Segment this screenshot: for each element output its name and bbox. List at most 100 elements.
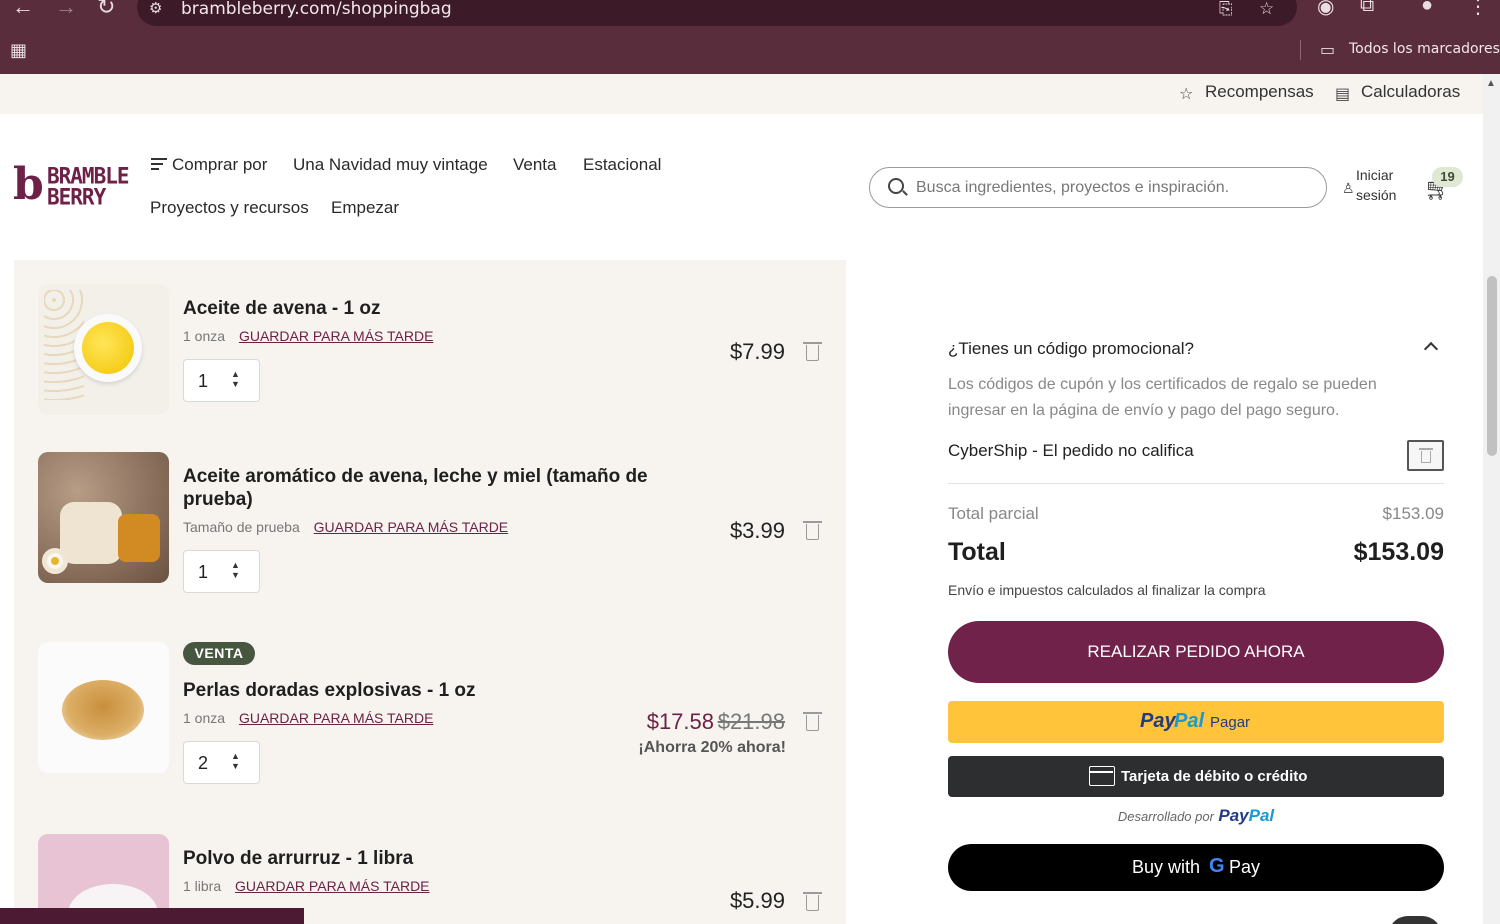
site-info-icon[interactable]: ⚙ bbox=[149, 0, 169, 19]
product-image-oat-milk-honey[interactable] bbox=[38, 452, 169, 583]
scroll-up-icon[interactable]: ▲ bbox=[1486, 78, 1496, 89]
subtotal-value: $153.09 bbox=[1382, 504, 1444, 523]
quantity-value: 2 bbox=[198, 753, 209, 773]
card-button-label: Tarjeta de débito o crédito bbox=[1121, 768, 1308, 785]
folder-icon[interactable]: ▭ bbox=[1320, 40, 1335, 60]
quantity-stepper[interactable]: 1 ▲ ▼ bbox=[183, 359, 260, 402]
item-title[interactable]: Aceite aromático de avena, leche y miel … bbox=[183, 465, 673, 511]
subtotal-label: Total parcial bbox=[948, 504, 1039, 523]
chat-launcher-button[interactable] bbox=[1388, 916, 1442, 924]
paypal-button[interactable]: Pay Pal Pagar bbox=[948, 701, 1444, 743]
logo-mark: b bbox=[13, 159, 44, 210]
paypal-logo-pal: Pal bbox=[1174, 710, 1205, 732]
item-variant: 1 libra bbox=[183, 878, 222, 894]
signin-label-2: sesión bbox=[1356, 187, 1397, 203]
paypal-button-label: Pagar bbox=[1210, 714, 1251, 731]
quantity-value: 1 bbox=[198, 371, 209, 391]
powered-logo-pay: Pay bbox=[1218, 806, 1249, 825]
rewards-link[interactable]: Recompensas bbox=[1205, 82, 1314, 102]
promo-description: Los códigos de cupón y los certificados … bbox=[948, 376, 1377, 419]
calculators-link[interactable]: Calculadoras bbox=[1361, 82, 1460, 102]
total-label: Total bbox=[948, 538, 1006, 566]
powered-logo-pal: Pal bbox=[1248, 806, 1275, 825]
nav-shop-by[interactable]: Comprar por bbox=[172, 155, 267, 175]
quantity-stepper[interactable]: 2 ▲ ▼ bbox=[183, 741, 260, 784]
translate-icon[interactable]: ⎘ bbox=[1219, 0, 1233, 19]
paypal-logo-pay: Pay bbox=[1140, 710, 1176, 732]
back-icon[interactable]: ← bbox=[12, 0, 34, 20]
save-for-later-link[interactable]: GUARDAR PARA MÁS TARDE bbox=[239, 328, 433, 344]
puzzle-icon[interactable]: ⧉ bbox=[1360, 0, 1374, 17]
trash-icon[interactable] bbox=[803, 712, 822, 731]
profile-icon[interactable]: ● bbox=[1421, 0, 1433, 17]
item-title[interactable]: Aceite de avena - 1 oz bbox=[183, 297, 643, 320]
signin-label-1: Iniciar bbox=[1356, 167, 1394, 183]
google-pay-button[interactable]: Buy with G Pay bbox=[948, 844, 1444, 891]
item-variant: 1 onza bbox=[183, 328, 226, 344]
product-image-oat-oil[interactable] bbox=[38, 284, 169, 415]
place-order-button[interactable]: REALIZAR PEDIDO AHORA bbox=[948, 621, 1444, 683]
trash-icon[interactable] bbox=[803, 892, 822, 911]
item-price: $3.99 bbox=[729, 518, 785, 543]
nav-sale[interactable]: Venta bbox=[513, 155, 557, 175]
save-for-later-link[interactable]: GUARDAR PARA MÁS TARDE bbox=[314, 519, 508, 535]
product-image-golden-pearls[interactable] bbox=[38, 642, 169, 773]
gpay-pay-label: Pay bbox=[1229, 857, 1261, 877]
menu-dots-icon[interactable]: ⋮ bbox=[1468, 0, 1488, 19]
search-icon[interactable] bbox=[888, 178, 904, 194]
nav-seasonal[interactable]: Estacional bbox=[583, 155, 661, 175]
page-scrollbar[interactable] bbox=[1483, 74, 1500, 924]
remove-coupon-button[interactable] bbox=[1407, 440, 1444, 471]
address-bar[interactable]: ⚙ brambleberry.com/shoppingbag ⎘ ☆ bbox=[137, 0, 1297, 26]
search-bar[interactable] bbox=[869, 167, 1327, 208]
bookmarks-divider bbox=[1300, 40, 1301, 60]
stepper-arrows-icon[interactable]: ▲ ▼ bbox=[231, 369, 240, 389]
user-icon: ♙ bbox=[1342, 180, 1355, 196]
trash-icon[interactable] bbox=[803, 521, 822, 540]
bottom-banner[interactable] bbox=[0, 908, 304, 924]
bookmark-star-icon[interactable]: ☆ bbox=[1259, 0, 1274, 19]
total-value: $153.09 bbox=[1353, 538, 1444, 566]
item-price: $7.99 bbox=[729, 339, 785, 364]
powered-by-label: Desarrollado por bbox=[1117, 809, 1214, 824]
forward-icon[interactable]: → bbox=[55, 0, 77, 20]
powered-by-paypal: Desarrollado por PayPal bbox=[948, 806, 1444, 826]
stepper-arrows-icon[interactable]: ▲ ▼ bbox=[231, 560, 240, 580]
menu-lines-icon[interactable] bbox=[151, 158, 167, 173]
cart-count-badge: 19 bbox=[1432, 167, 1463, 187]
sale-price: $17.58 bbox=[646, 709, 714, 734]
star-icon: ☆ bbox=[1179, 86, 1194, 103]
savings-note: ¡Ahorra 20% ahora! bbox=[638, 739, 786, 756]
item-variant: Tamaño de prueba bbox=[183, 519, 300, 535]
promo-code-toggle[interactable]: ¿Tienes un código promocional? bbox=[948, 339, 1194, 359]
trash-icon bbox=[1419, 448, 1433, 463]
quantity-stepper[interactable]: 1 ▲ ▼ bbox=[183, 550, 260, 593]
save-for-later-link[interactable]: GUARDAR PARA MÁS TARDE bbox=[235, 878, 429, 894]
url-text[interactable]: brambleberry.com/shoppingbag bbox=[181, 0, 452, 19]
chevron-up-icon[interactable] bbox=[1423, 341, 1439, 357]
applied-coupon: CyberShip - El pedido no califica bbox=[948, 441, 1194, 460]
card-payment-button[interactable]: Tarjeta de débito o crédito bbox=[948, 756, 1444, 797]
reload-icon[interactable]: ↻ bbox=[97, 0, 115, 20]
logo-word-2: BERRY bbox=[47, 184, 106, 210]
extension-icon[interactable]: ◉ bbox=[1317, 0, 1334, 19]
credit-card-icon bbox=[1089, 766, 1115, 786]
save-for-later-link[interactable]: GUARDAR PARA MÁS TARDE bbox=[239, 710, 433, 726]
google-g-icon: G bbox=[1209, 855, 1225, 877]
search-input[interactable] bbox=[916, 177, 1316, 199]
item-variant-row: 1 libra GUARDAR PARA MÁS TARDE bbox=[183, 878, 430, 894]
trash-icon[interactable] bbox=[803, 342, 822, 361]
quantity-value: 1 bbox=[198, 562, 209, 582]
item-title[interactable]: Perlas doradas explosivas - 1 oz bbox=[183, 679, 643, 702]
apps-grid-icon[interactable]: ▦ bbox=[10, 40, 27, 61]
calculator-icon: ▤ bbox=[1335, 86, 1351, 103]
sale-badge: VENTA bbox=[183, 642, 255, 665]
stepper-arrows-icon[interactable]: ▲ ▼ bbox=[231, 751, 240, 771]
nav-start[interactable]: Empezar bbox=[331, 198, 399, 218]
scrollbar-thumb[interactable] bbox=[1487, 276, 1497, 456]
nav-vintage-christmas[interactable]: Una Navidad muy vintage bbox=[293, 155, 488, 175]
nav-projects[interactable]: Proyectos y recursos bbox=[150, 198, 309, 218]
bookmarks-folder-label[interactable]: Todos los marcadores bbox=[1349, 41, 1500, 57]
item-price: $5.99 bbox=[729, 888, 785, 913]
item-title[interactable]: Polvo de arrurruz - 1 libra bbox=[183, 847, 643, 870]
